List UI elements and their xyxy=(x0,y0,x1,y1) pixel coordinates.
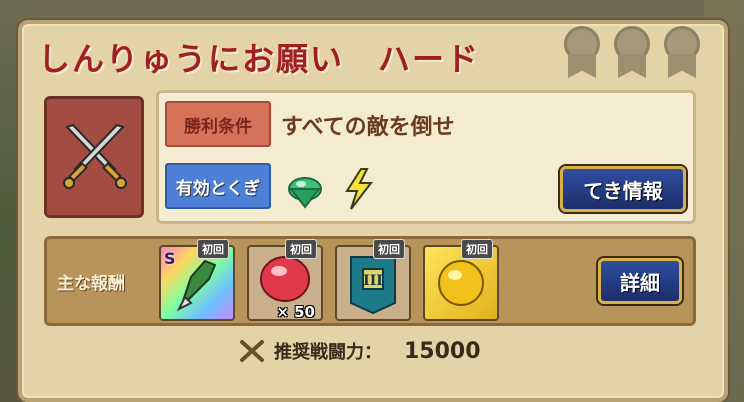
reward-item[interactable]: 初回 xyxy=(423,239,499,321)
green-gem-icon xyxy=(288,177,322,209)
reward-item[interactable]: S 初回 xyxy=(159,239,235,321)
medal-row xyxy=(562,26,702,78)
win-condition-label: 勝利条件 xyxy=(165,101,271,147)
reward-quantity: × 50 xyxy=(276,303,315,321)
recommended-power: 推奨戦闘力： 15000 xyxy=(238,338,481,364)
first-clear-badge: 初回 xyxy=(373,239,405,259)
medal-icon xyxy=(562,26,602,78)
lightning-icon xyxy=(345,168,374,210)
svg-text:III: III xyxy=(363,273,383,289)
win-condition-text: すべての敵を倒せ xyxy=(281,115,455,140)
reward-item[interactable]: 初回 × 50 xyxy=(247,239,323,321)
first-clear-badge: 初回 xyxy=(285,239,317,259)
crossed-swords-icon xyxy=(240,340,264,362)
enemy-info-button[interactable]: てき情報 xyxy=(560,166,686,212)
reward-item[interactable]: 初回 III xyxy=(335,239,411,321)
crossed-swords-icon xyxy=(63,123,127,189)
battle-type-icon-box xyxy=(44,96,144,218)
first-clear-badge: 初回 xyxy=(461,239,493,259)
reward-detail-button[interactable]: 詳細 xyxy=(598,258,682,304)
rewards-label: 主な報酬 xyxy=(57,274,125,294)
recommended-power-label: 推奨戦闘力： xyxy=(274,342,382,363)
recommended-power-value: 15000 xyxy=(404,338,481,364)
rank-badge: S xyxy=(164,249,176,268)
quest-title: しんりゅうにお願い ハード xyxy=(38,40,481,78)
medal-icon xyxy=(662,26,702,78)
first-clear-badge: 初回 xyxy=(197,239,229,259)
medal-icon xyxy=(612,26,652,78)
effective-skills-label: 有効とくぎ xyxy=(165,163,271,209)
